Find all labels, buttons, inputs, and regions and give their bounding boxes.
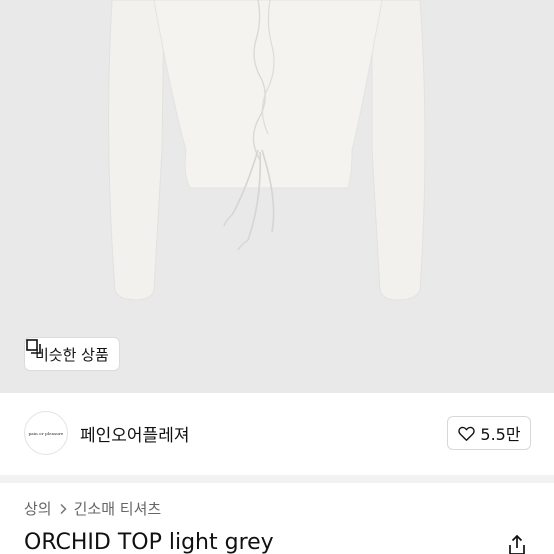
brand-row[interactable]: pain or pleasure 페인오어플레져 5.5만: [0, 393, 554, 475]
section-divider: [0, 475, 554, 483]
brand-name[interactable]: 페인오어플레져: [80, 421, 189, 446]
heart-icon: [458, 426, 476, 441]
share-icon[interactable]: [506, 534, 528, 554]
similar-items-icon: [26, 339, 41, 354]
garment-illustration: [0, 0, 554, 393]
chevron-right-icon: [60, 503, 67, 514]
similar-items-button[interactable]: 비슷한 상품: [24, 337, 120, 371]
brand-logo[interactable]: pain or pleasure: [24, 411, 68, 455]
product-photo[interactable]: 비슷한 상품: [0, 0, 554, 393]
similar-items-label: 비슷한 상품: [35, 345, 109, 364]
brand-logo-text: pain or pleasure: [28, 430, 64, 436]
like-button[interactable]: 5.5만: [447, 416, 531, 450]
product-title: ORCHID TOP light grey: [24, 530, 274, 554]
breadcrumb-item-longsleeve[interactable]: 긴소매 티셔츠: [74, 498, 162, 519]
breadcrumb-item-top[interactable]: 상의: [24, 498, 52, 519]
product-page: 비슷한 상품 pain or pleasure 페인오어플레져 5.5만 상의 …: [0, 0, 554, 554]
like-count: 5.5만: [480, 425, 521, 444]
breadcrumb: 상의 긴소매 티셔츠: [24, 498, 161, 519]
